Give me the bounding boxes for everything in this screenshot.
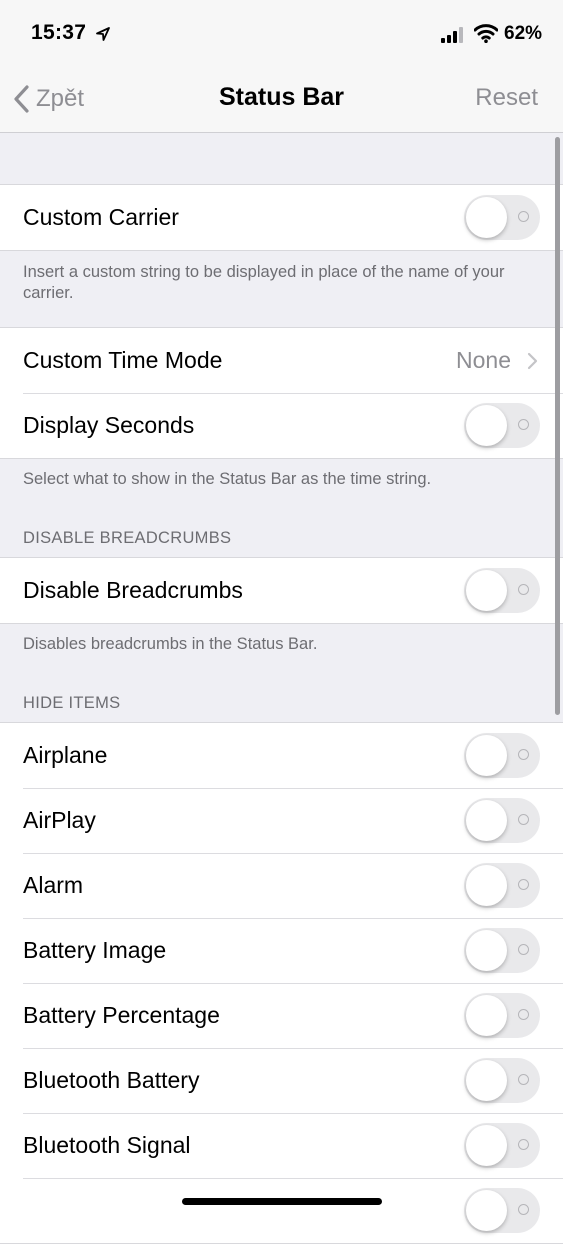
disable-breadcrumbs-group: Disable Breadcrumbs xyxy=(0,557,563,624)
hide-alarm-toggle[interactable] xyxy=(464,863,540,908)
custom-time-mode-value: None xyxy=(456,347,511,373)
hide-airplay-toggle[interactable] xyxy=(464,798,540,843)
disable-breadcrumbs-row: Disable Breadcrumbs xyxy=(0,558,563,623)
hide-airplane-toggle[interactable] xyxy=(464,733,540,778)
hide-battery-image-toggle[interactable] xyxy=(464,928,540,973)
toggle-off-indicator-icon xyxy=(518,1204,529,1215)
location-arrow-icon xyxy=(96,27,110,41)
display-seconds-label: Display Seconds xyxy=(23,412,195,438)
settings-list[interactable]: Custom Carrier Insert a custom string to… xyxy=(0,133,563,1244)
status-time: 15:37 xyxy=(31,21,87,44)
custom-carrier-row: Custom Carrier xyxy=(0,185,563,250)
hide-item-label: Airplane xyxy=(23,742,108,768)
home-indicator[interactable] xyxy=(182,1198,382,1205)
hide-item-row-airplane: Airplane xyxy=(0,723,563,788)
toggle-off-indicator-icon xyxy=(518,1009,529,1020)
hide-item-label: Bluetooth Battery xyxy=(23,1067,200,1093)
battery-percentage-text: 62% xyxy=(504,23,543,44)
chevron-right-icon xyxy=(527,352,538,370)
hide-item-label: Battery Image xyxy=(23,937,167,963)
toggle-off-indicator-icon xyxy=(518,584,529,595)
hide-item-row-battery-image: Battery Image xyxy=(0,918,563,983)
time-group: Custom Time Mode None Display Seconds xyxy=(0,327,563,459)
toggle-off-indicator-icon xyxy=(518,879,529,890)
hide-item-label: Battery Percentage xyxy=(23,1002,220,1028)
display-seconds-toggle[interactable] xyxy=(464,403,540,448)
custom-carrier-label: Custom Carrier xyxy=(23,204,179,230)
time-footer: Select what to show in the Status Bar as… xyxy=(23,470,432,488)
disable-breadcrumbs-header: DISABLE BREADCRUMBS xyxy=(23,529,232,547)
custom-carrier-toggle[interactable] xyxy=(464,195,540,240)
disable-breadcrumbs-label: Disable Breadcrumbs xyxy=(23,577,243,603)
toggle-off-indicator-icon xyxy=(518,1074,529,1085)
hide-battery-percentage-toggle[interactable] xyxy=(464,993,540,1038)
hide-item-label: Alarm xyxy=(23,872,84,898)
hide-items-header: HIDE ITEMS xyxy=(23,694,121,712)
hide-item-label: Bluetooth Signal xyxy=(23,1132,191,1158)
hide-item-row-partial xyxy=(0,1178,563,1243)
hide-bluetooth-signal-toggle[interactable] xyxy=(464,1123,540,1168)
hide-item-label: AirPlay xyxy=(23,807,96,833)
hide-item-row-alarm: Alarm xyxy=(0,853,563,918)
toggle-off-indicator-icon xyxy=(518,814,529,825)
hide-item-row-bluetooth-battery: Bluetooth Battery xyxy=(0,1048,563,1113)
custom-carrier-group: Custom Carrier xyxy=(0,184,563,251)
toggle-off-indicator-icon xyxy=(518,211,529,222)
custom-time-mode-row[interactable]: Custom Time Mode None xyxy=(0,328,563,393)
reset-button[interactable]: Reset xyxy=(475,84,538,112)
hide-item-row-airplay: AirPlay xyxy=(0,788,563,853)
toggle-off-indicator-icon xyxy=(518,944,529,955)
hide-next-item-toggle[interactable] xyxy=(464,1188,540,1233)
hide-items-group: Airplane AirPlay Alarm Battery Image Bat… xyxy=(0,722,563,1244)
cellular-signal-icon xyxy=(441,27,463,43)
wifi-icon xyxy=(474,24,498,43)
disable-breadcrumbs-footer: Disables breadcrumbs in the Status Bar. xyxy=(23,635,318,653)
custom-carrier-footer: Insert a custom string to be displayed i… xyxy=(23,263,505,302)
toggle-off-indicator-icon xyxy=(518,1139,529,1150)
disable-breadcrumbs-toggle[interactable] xyxy=(464,568,540,613)
toggle-off-indicator-icon xyxy=(518,749,529,760)
hide-item-row-bluetooth-signal: Bluetooth Signal xyxy=(0,1113,563,1178)
status-bar: 15:37 62% xyxy=(0,0,563,64)
hide-bluetooth-battery-toggle[interactable] xyxy=(464,1058,540,1103)
navigation-bar: Zpět Status Bar Reset xyxy=(0,64,563,133)
scrollbar[interactable] xyxy=(555,137,560,715)
display-seconds-row: Display Seconds xyxy=(0,393,563,458)
hide-item-row-battery-percentage: Battery Percentage xyxy=(0,983,563,1048)
toggle-off-indicator-icon xyxy=(518,419,529,430)
custom-time-mode-label: Custom Time Mode xyxy=(23,347,223,373)
